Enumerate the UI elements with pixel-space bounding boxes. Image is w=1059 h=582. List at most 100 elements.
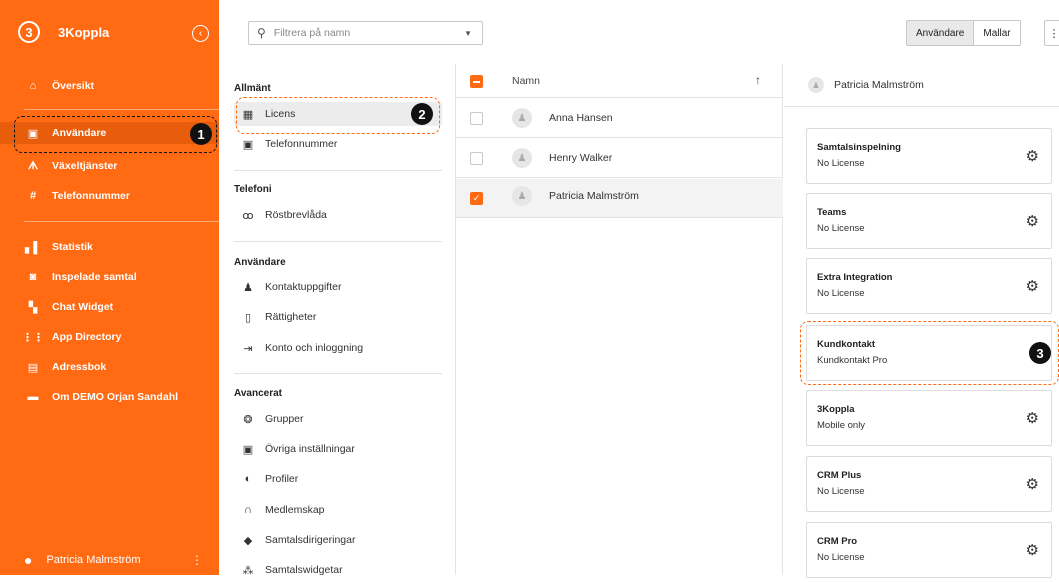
more-menu-button[interactable]: ⋮	[1044, 20, 1059, 46]
hierarchy-icon: ᗑ	[27, 159, 39, 172]
collapse-sidebar-button[interactable]: ‹	[192, 25, 209, 42]
sidebar-header: 3 3Koppla ‹	[0, 0, 219, 64]
sidebar-item-label: Chat Widget	[52, 301, 114, 313]
toggle-users-button[interactable]: Användare	[907, 21, 975, 45]
dialpad-icon: ▣	[242, 138, 254, 151]
license-title: CRM Pro	[817, 536, 858, 547]
filter-search-input[interactable]: ⚲ Filtrera på namn ▼	[248, 21, 483, 45]
home-icon: ⌂	[29, 80, 37, 92]
gear-icon[interactable]: ⚙	[1026, 212, 1039, 230]
headset-icon: ∩	[244, 504, 252, 516]
contacts-icon: ▤	[27, 361, 39, 374]
sidebar-item-adressbok[interactable]: ▤ Adressbok	[0, 356, 219, 378]
sidebar-item-statistik[interactable]: ▖▌ Statistik	[0, 236, 219, 258]
callout-badge-2: 2	[411, 103, 433, 125]
brand-logo-icon: 3	[18, 21, 40, 43]
table-row[interactable]: ✓ ♟ Patricia Malmström	[456, 179, 783, 218]
section-divider	[234, 241, 442, 242]
settings-item-label: Samtalswidgetar	[265, 564, 343, 576]
chevron-down-icon[interactable]: ▼	[464, 29, 472, 38]
settings-item-profiler[interactable]: ◐ Profiler	[234, 467, 442, 491]
sidebar-item-vaxeltjanster[interactable]: ᗑ Växeltjänster	[0, 155, 219, 177]
user-list-header: Namn ↑	[456, 64, 783, 98]
sidebar-item-label: Statistik	[52, 241, 93, 253]
sidebar-item-chat-widget[interactable]: ▚ Chat Widget	[0, 296, 219, 318]
sidebar-item-label: App Directory	[52, 331, 122, 343]
sidebar-item-app-directory[interactable]: ⋮⋮ App Directory	[0, 326, 219, 348]
sidebar-user-name: Patricia Malmström	[46, 554, 141, 566]
view-toggle: Användare Mallar	[906, 20, 1021, 46]
table-row[interactable]: ♟ Anna Hansen	[456, 99, 783, 138]
settings-item-telefonnummer[interactable]: ▣ Telefonnummer	[234, 132, 442, 156]
app-title: 3Koppla	[58, 24, 110, 40]
select-all-checkbox[interactable]	[470, 75, 483, 88]
selected-user-header: ♟ Patricia Malmström	[784, 64, 1059, 107]
settings-item-konto[interactable]: ⇥ Konto och inloggning	[234, 336, 442, 360]
gear-icon[interactable]: ⚙	[1026, 541, 1039, 559]
settings-item-rattigheter[interactable]: ▯ Rättigheter	[234, 305, 442, 329]
license-card-crm-plus: CRM Plus No License ⚙	[806, 456, 1052, 512]
license-value: No License	[817, 552, 865, 563]
sort-ascending-icon[interactable]: ↑	[755, 73, 761, 87]
user-avatar-icon: ●	[24, 552, 33, 568]
voicemail-icon: ꝏ	[242, 209, 254, 222]
settings-item-label: Rättigheter	[265, 311, 317, 323]
user-list: Namn ↑ ♟ Anna Hansen ♟ Henry Walker ✓ ♟ …	[456, 64, 783, 575]
license-detail-panel: ♟ Patricia Malmström Samtalsinspelning N…	[784, 64, 1059, 578]
table-row[interactable]: ♟ Henry Walker	[456, 139, 783, 178]
sidebar-user[interactable]: ● Patricia Malmström ⋮	[0, 545, 219, 575]
settings-item-label: Medlemskap	[265, 504, 325, 516]
section-divider	[234, 170, 442, 171]
license-value: Mobile only	[817, 420, 866, 431]
sidebar-divider	[24, 109, 219, 110]
topbar: ⚲ Filtrera på namn ▼ Användare Mallar ⋮	[219, 0, 1059, 64]
avatar-icon: ♟	[512, 108, 532, 128]
license-value: No License	[817, 158, 865, 169]
user-name: Anna Hansen	[549, 112, 613, 124]
more-options-icon[interactable]: ⋮	[191, 553, 203, 567]
sidebar-item-label: Inspelade samtal	[52, 271, 137, 283]
gear-icon[interactable]: ⚙	[1026, 475, 1039, 493]
settings-item-rostbrevlada[interactable]: ꝏ Röstbrevlåda	[234, 203, 442, 227]
settings-item-label: Kontaktuppgifter	[265, 281, 342, 293]
callout-outline-3	[800, 321, 1059, 385]
settings-item-label: Samtalsdirigeringar	[265, 534, 356, 546]
avatar-icon: ♟	[512, 186, 532, 206]
settings-item-kontaktuppgifter[interactable]: ♟ Kontaktuppgifter	[234, 275, 442, 299]
group-icon: ❂	[243, 413, 253, 426]
settings-item-samtalswidgetar[interactable]: ⁂ Samtalswidgetar	[234, 558, 442, 582]
license-card-3koppla: 3Koppla Mobile only ⚙	[806, 390, 1052, 446]
row-checkbox[interactable]	[470, 152, 483, 165]
sidebar-item-label: Adressbok	[52, 361, 107, 373]
license-value: No License	[817, 223, 865, 234]
license-title: Extra Integration	[817, 272, 893, 283]
callout-outline-1	[14, 116, 217, 153]
sidebar-item-om-demo[interactable]: ▬ Om DEMO Orjan Sandahl	[0, 386, 219, 408]
row-checkbox[interactable]	[470, 112, 483, 125]
gear-icon[interactable]: ⚙	[1026, 409, 1039, 427]
clipboard-icon: ▯	[244, 311, 252, 324]
settings-item-label: Telefonnummer	[265, 138, 338, 150]
row-checkbox[interactable]: ✓	[470, 192, 483, 205]
avatar-icon: ♟	[512, 148, 532, 168]
callout-badge-1: 1	[190, 123, 212, 145]
settings-item-medlemskap[interactable]: ∩ Medlemskap	[234, 498, 442, 522]
settings-item-label: Konto och inloggning	[265, 342, 364, 354]
gear-icon[interactable]: ⚙	[1026, 277, 1039, 295]
license-value: No License	[817, 486, 865, 497]
gear-icon[interactable]: ⚙	[1026, 147, 1039, 165]
column-header-name[interactable]: Namn	[512, 75, 540, 87]
sidebar-item-telefonnummer[interactable]: # Telefonnummer	[0, 185, 219, 207]
bar-chart-icon: ▖▌	[24, 241, 42, 254]
section-title: Allmänt	[234, 83, 271, 94]
selected-user-name: Patricia Malmström	[834, 79, 924, 91]
settings-item-grupper[interactable]: ❂ Grupper	[234, 407, 442, 431]
contrast-icon: ◐	[244, 473, 252, 485]
sidebar-item-oversikt[interactable]: ⌂ Översikt	[0, 75, 219, 97]
grid-icon: ⋮⋮	[22, 331, 44, 344]
settings-item-samtalsdirigeringar[interactable]: ◆ Samtalsdirigeringar	[234, 528, 442, 552]
settings-item-ovriga[interactable]: ▣ Övriga inställningar	[234, 437, 442, 461]
license-title: CRM Plus	[817, 470, 862, 481]
sidebar-item-inspelade-samtal[interactable]: ◙ Inspelade samtal	[0, 266, 219, 288]
toggle-templates-button[interactable]: Mallar	[974, 21, 1019, 45]
